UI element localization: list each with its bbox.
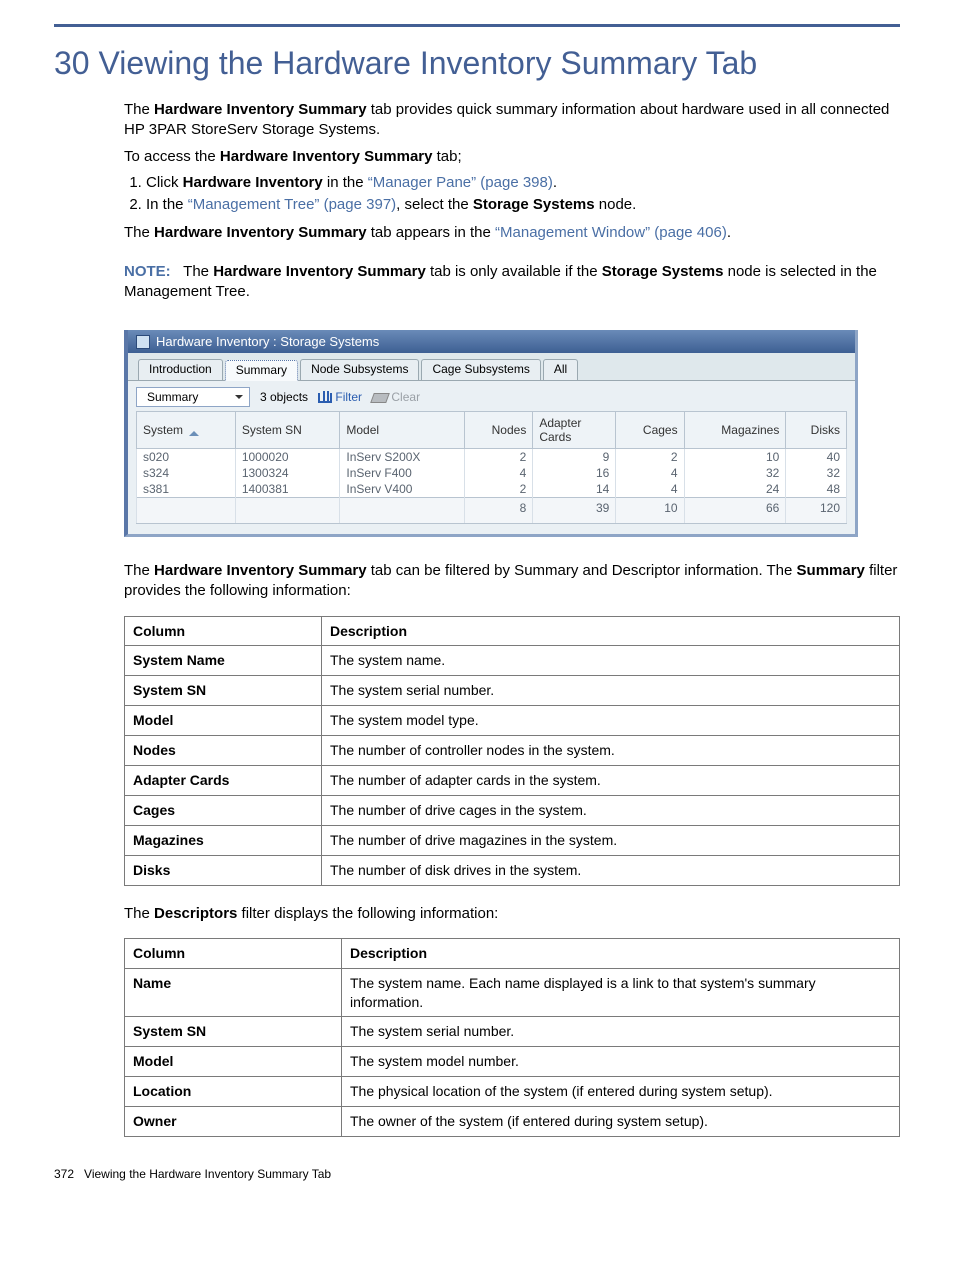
filter-icon (318, 393, 332, 403)
screenshot-figure: Hardware Inventory : Storage Systems Int… (124, 330, 858, 537)
table-row: LocationThe physical location of the sys… (125, 1077, 900, 1107)
step-1: Click Hardware Inventory in the “Manager… (146, 173, 900, 193)
filter-dropdown[interactable]: Summary (136, 387, 250, 407)
col-header-description: Description (322, 616, 900, 646)
table-row: NodesThe number of controller nodes in t… (125, 736, 900, 766)
col-system-sn[interactable]: System SN (235, 412, 340, 449)
page-title: 30 Viewing the Hardware Inventory Summar… (54, 45, 900, 82)
note-label: NOTE: (124, 263, 171, 280)
table-row: MagazinesThe number of drive magazines i… (125, 825, 900, 855)
page-number: 372 (54, 1167, 74, 1181)
grid-totals-row: 8 39 10 66 120 (137, 498, 847, 524)
filter-link[interactable]: Filter (318, 390, 362, 404)
table-row: System SNThe system serial number. (125, 1017, 900, 1047)
grid-row[interactable]: s324 1300324 InServ F400 4 16 4 32 32 (137, 465, 847, 481)
col-header-description: Description (342, 938, 900, 968)
col-magazines[interactable]: Magazines (684, 412, 786, 449)
table-row: NameThe system name. Each name displayed… (125, 968, 900, 1017)
descriptors-columns-table: Column Description NameThe system name. … (124, 938, 900, 1137)
table-row: ModelThe system model number. (125, 1047, 900, 1077)
grid-row[interactable]: s020 1000020 InServ S200X 2 9 2 10 40 (137, 449, 847, 466)
intro-paragraph-2: To access the Hardware Inventory Summary… (124, 147, 900, 167)
col-nodes[interactable]: Nodes (465, 412, 533, 449)
table-row: OwnerThe owner of the system (if entered… (125, 1107, 900, 1137)
intro-paragraph-3: The Hardware Inventory Summary tab appea… (124, 223, 900, 243)
table-row: System SNThe system serial number. (125, 676, 900, 706)
table-row: Adapter CardsThe number of adapter cards… (125, 765, 900, 795)
sort-ascending-icon (189, 426, 199, 436)
grid-row[interactable]: s381 1400381 InServ V400 2 14 4 24 48 (137, 481, 847, 498)
col-header-column: Column (125, 938, 342, 968)
note-paragraph: NOTE: The Hardware Inventory Summary tab… (124, 262, 900, 303)
after-figure-paragraph: The Hardware Inventory Summary tab can b… (124, 561, 900, 602)
col-adapter-cards[interactable]: Adapter Cards (533, 412, 616, 449)
management-window-link[interactable]: “Management Window” (page 406) (495, 224, 727, 241)
intro-paragraph-1: The Hardware Inventory Summary tab provi… (124, 100, 900, 141)
object-count: 3 objects (260, 390, 308, 404)
summary-grid: System System SN Model Nodes Adapter Car… (136, 411, 847, 524)
tab-summary[interactable]: Summary (225, 360, 298, 381)
table-row: CagesThe number of drive cages in the sy… (125, 795, 900, 825)
between-tables-paragraph: The Descriptors filter displays the foll… (124, 904, 900, 924)
col-cages[interactable]: Cages (616, 412, 684, 449)
tab-cage-subsystems[interactable]: Cage Subsystems (421, 359, 540, 380)
steps-list: Click Hardware Inventory in the “Manager… (124, 173, 900, 216)
window-icon (136, 335, 150, 349)
footer-label: Viewing the Hardware Inventory Summary T… (84, 1167, 331, 1181)
step-2: In the “Management Tree” (page 397), sel… (146, 195, 900, 215)
tab-all[interactable]: All (543, 359, 578, 380)
top-rule (54, 24, 900, 27)
clear-link[interactable]: Clear (372, 390, 420, 404)
grid-toolbar: Summary 3 objects Filter Clear (136, 387, 847, 407)
manager-pane-link[interactable]: “Manager Pane” (page 398) (368, 174, 553, 191)
page-footer: 372 Viewing the Hardware Inventory Summa… (54, 1167, 900, 1181)
summary-columns-table: Column Description System NameThe system… (124, 616, 900, 886)
table-row: DisksThe number of disk drives in the sy… (125, 855, 900, 885)
tab-introduction[interactable]: Introduction (138, 359, 223, 380)
window-titlebar: Hardware Inventory : Storage Systems (128, 330, 855, 353)
management-tree-link[interactable]: “Management Tree” (page 397) (188, 196, 396, 213)
col-header-column: Column (125, 616, 322, 646)
table-row: ModelThe system model type. (125, 706, 900, 736)
window-title: Hardware Inventory : Storage Systems (156, 334, 379, 349)
tab-node-subsystems[interactable]: Node Subsystems (300, 359, 419, 380)
col-model[interactable]: Model (340, 412, 465, 449)
table-row: System NameThe system name. (125, 646, 900, 676)
col-system[interactable]: System (137, 412, 236, 449)
eraser-icon (370, 393, 390, 403)
col-disks[interactable]: Disks (786, 412, 847, 449)
tab-bar: Introduction Summary Node Subsystems Cag… (128, 353, 855, 380)
